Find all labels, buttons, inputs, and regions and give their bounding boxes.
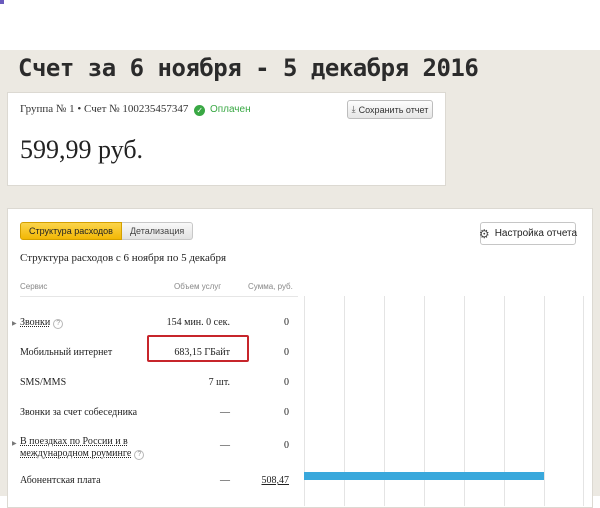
service-name: SMS/MMS xyxy=(20,377,67,388)
chart-gridline xyxy=(544,296,545,506)
download-icon: ⤓ xyxy=(351,104,356,114)
service-volume: — xyxy=(220,407,230,418)
table-row: ▶ В поездках по России и в международном… xyxy=(8,431,300,467)
service-sum: 0 xyxy=(284,347,289,358)
help-icon[interactable]: ? xyxy=(53,319,64,329)
table-row: Абонентская плата — 508,47 xyxy=(8,471,300,501)
gear-icon: ⚙ xyxy=(478,226,490,241)
service-volume: — xyxy=(220,475,230,486)
report-settings-button[interactable]: ⚙ Настройка отчета xyxy=(478,222,578,245)
subscription-fee-bar xyxy=(304,472,544,480)
report-settings-label: Настройка отчета xyxy=(494,228,578,239)
service-sum: 0 xyxy=(284,317,289,328)
service-sum: 0 xyxy=(284,440,289,451)
invoice-card: Группа № 1 • Счет № 100235457347 ✓ Оплач… xyxy=(7,92,446,186)
chart-gridline xyxy=(583,296,584,506)
service-name: В поездках по России и в международном р… xyxy=(20,436,145,460)
service-sum: 0 xyxy=(284,377,289,388)
corner-mark xyxy=(0,0,4,4)
help-icon[interactable]: ? xyxy=(134,450,145,460)
service-link-roaming-line2[interactable]: международном роуминге xyxy=(20,448,131,459)
status-badge: Оплачен xyxy=(209,104,251,115)
tabs: Структура расходов Детализация xyxy=(20,222,194,240)
structure-card: Структура расходов Детализация ⚙ Настрой… xyxy=(7,208,593,508)
service-sum: 0 xyxy=(284,407,289,418)
expand-arrow-icon[interactable]: ▶ xyxy=(12,440,17,447)
service-name: Абонентская плата xyxy=(20,475,101,486)
tab-details[interactable]: Детализация xyxy=(121,222,194,240)
service-sum-link[interactable]: 508,47 xyxy=(262,475,290,486)
structure-title: Структура расходов с 6 ноября по 5 декаб… xyxy=(20,252,227,264)
account-number: Группа № 1 • Счет № 100235457347 xyxy=(20,103,189,115)
column-header-service: Сервис xyxy=(20,282,48,291)
table-row: SMS/MMS 7 шт. 0 xyxy=(8,371,300,401)
column-header-sum: Сумма, руб. xyxy=(248,282,293,291)
service-volume: 7 шт. xyxy=(208,377,230,388)
check-icon: ✓ xyxy=(194,105,206,116)
service-link-calls[interactable]: Звонки xyxy=(20,317,50,328)
table-row: Звонки за счет собеседника — 0 xyxy=(8,401,300,431)
service-link-roaming[interactable]: В поездках по России и в xyxy=(20,436,128,447)
save-report-label: Сохранить отчет xyxy=(358,104,429,115)
service-volume: 154 мин. 0 сек. xyxy=(166,317,230,328)
service-name: Мобильный интернет xyxy=(20,347,113,358)
expand-arrow-icon[interactable]: ▶ xyxy=(12,320,17,327)
invoice-amount: 599,99 руб. xyxy=(20,135,144,164)
tab-structure[interactable]: Структура расходов xyxy=(20,222,122,240)
page-title: Счет за 6 ноября - 5 декабря 2016 xyxy=(18,54,479,82)
account-line: Группа № 1 • Счет № 100235457347 ✓ Оплач… xyxy=(20,103,251,116)
header-divider xyxy=(20,296,298,297)
service-name: Звонки? xyxy=(20,317,64,329)
save-report-button[interactable]: ⤓ Сохранить отчет xyxy=(347,100,433,119)
column-header-volume: Объем услуг xyxy=(174,282,222,291)
highlight-box xyxy=(147,335,249,362)
service-name: Звонки за счет собеседника xyxy=(20,407,138,418)
service-volume: — xyxy=(220,440,230,451)
